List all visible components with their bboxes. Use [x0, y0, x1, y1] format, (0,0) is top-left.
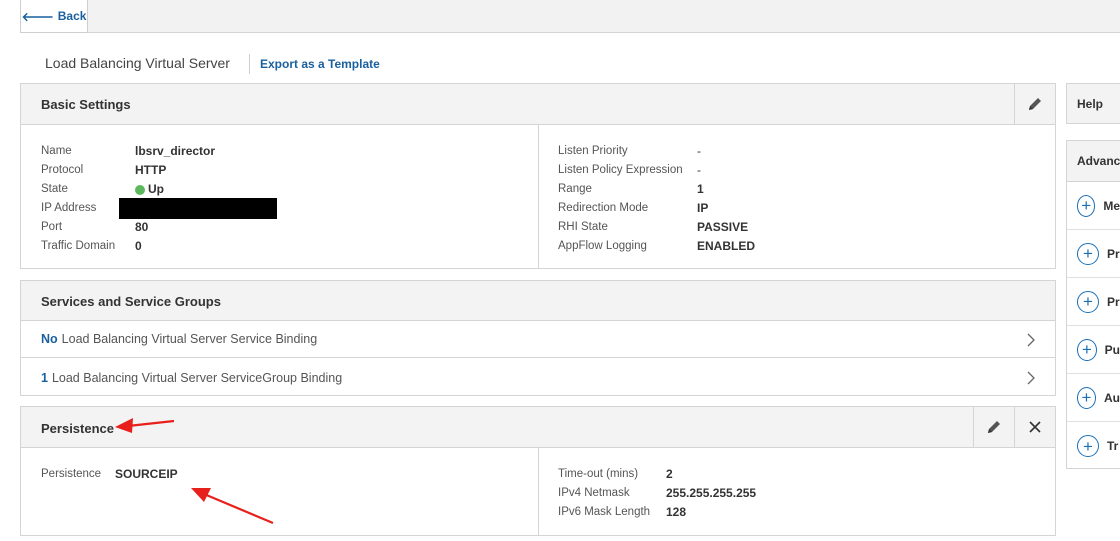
annotation-arrows: [115, 418, 274, 525]
annotation-arrow-title: [115, 418, 175, 433]
annotation-arrow-value: [191, 488, 274, 525]
